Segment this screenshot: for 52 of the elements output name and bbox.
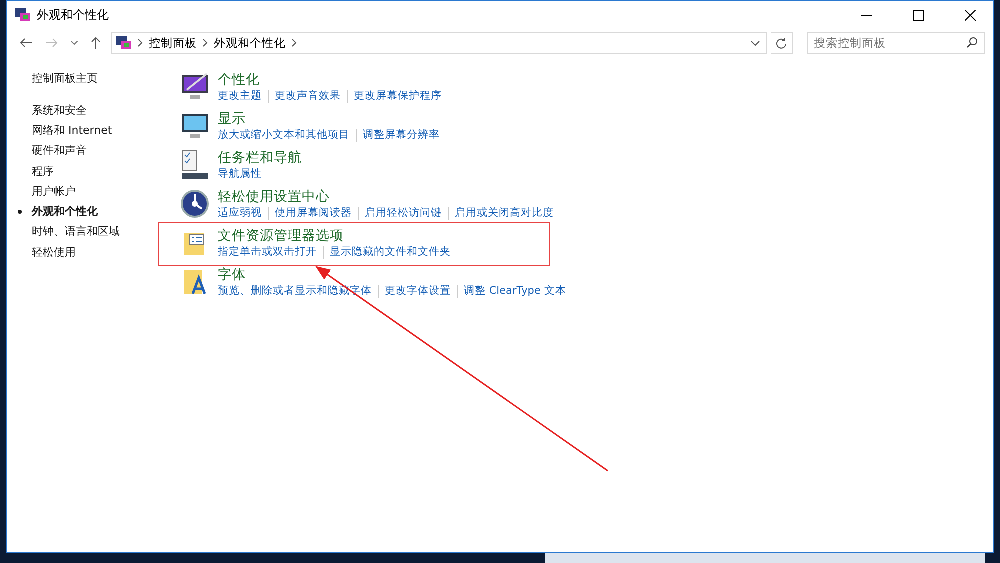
chevron-down-icon [751,40,760,46]
chevron-right-icon [203,39,208,47]
category-title[interactable]: 文件资源管理器选项 [218,227,451,245]
task-link[interactable]: 更改屏幕保护程序 [354,89,442,103]
sidebar-item[interactable]: 硬件和声音 [32,143,87,158]
refresh-icon [776,38,787,48]
sidebar-item[interactable]: 外观和个性化 [32,204,98,220]
task-link[interactable]: 调整 ClearType 文本 [464,284,566,298]
control-panel-icon [15,8,31,22]
checklist-icon [181,149,209,181]
up-arrow-icon [91,37,101,49]
breadcrumb[interactable]: 外观和个性化 [214,36,286,50]
search-field[interactable]: 搜索控制面板 [807,32,985,54]
sidebar-item[interactable]: 程序 [32,164,54,179]
category-title[interactable]: 任务栏和导航 [218,149,302,167]
close-icon [964,10,976,20]
refresh-button[interactable] [771,32,793,54]
category-title[interactable]: 显示 [218,110,440,128]
task-link[interactable]: 更改主题 [218,89,262,103]
task-link[interactable]: 更改声音效果 [275,89,341,103]
sidebar-item[interactable]: 轻松使用 [32,244,76,260]
sidebar-item[interactable]: 时钟、语言和区域 [32,224,120,240]
back-arrow-icon [20,38,32,48]
control-panel-icon [116,36,132,50]
task-link[interactable]: 指定单击或双击打开 [218,245,317,259]
chevron-down-icon [70,41,78,45]
category-title[interactable]: 轻松使用设置中心 [218,188,554,206]
search-icon [967,37,978,48]
category-title[interactable]: 个性化 [218,71,442,89]
task-link[interactable]: 更改字体设置 [385,284,451,298]
chevron-right-icon [292,39,297,47]
task-link[interactable]: 适应弱视 [218,206,262,220]
chevron-right-icon [138,39,143,47]
bullet-icon [18,210,22,214]
task-link[interactable]: 放大或缩小文本和其他项目 [218,128,350,142]
task-link[interactable]: 调整屏幕分辨率 [363,128,440,142]
breadcrumb[interactable]: 控制面板 [149,36,197,50]
clock-dial-icon [181,188,209,220]
category-title[interactable]: 字体 [218,266,566,284]
sidebar-item[interactable]: 系统和安全 [32,102,87,118]
task-link[interactable]: 启用或关闭高对比度 [455,206,554,220]
sidebar-item[interactable]: 用户帐户 [32,184,76,199]
task-link[interactable]: 导航属性 [218,167,262,181]
address-bar[interactable]: 控制面板 外观和个性化 [111,32,767,54]
sidebar-item[interactable]: 网络和 Internet [32,122,112,138]
maximize-icon [912,10,924,20]
forward-arrow-icon [46,38,58,48]
task-link[interactable]: 启用轻松访问键 [365,206,442,220]
window-title: 外观和个性化 [37,6,110,24]
task-link[interactable]: 使用屏幕阅读器 [275,206,352,220]
sidebar-home-link[interactable]: 控制面板主页 [32,71,175,86]
task-link[interactable]: 显示隐藏的文件和文件夹 [330,245,451,259]
